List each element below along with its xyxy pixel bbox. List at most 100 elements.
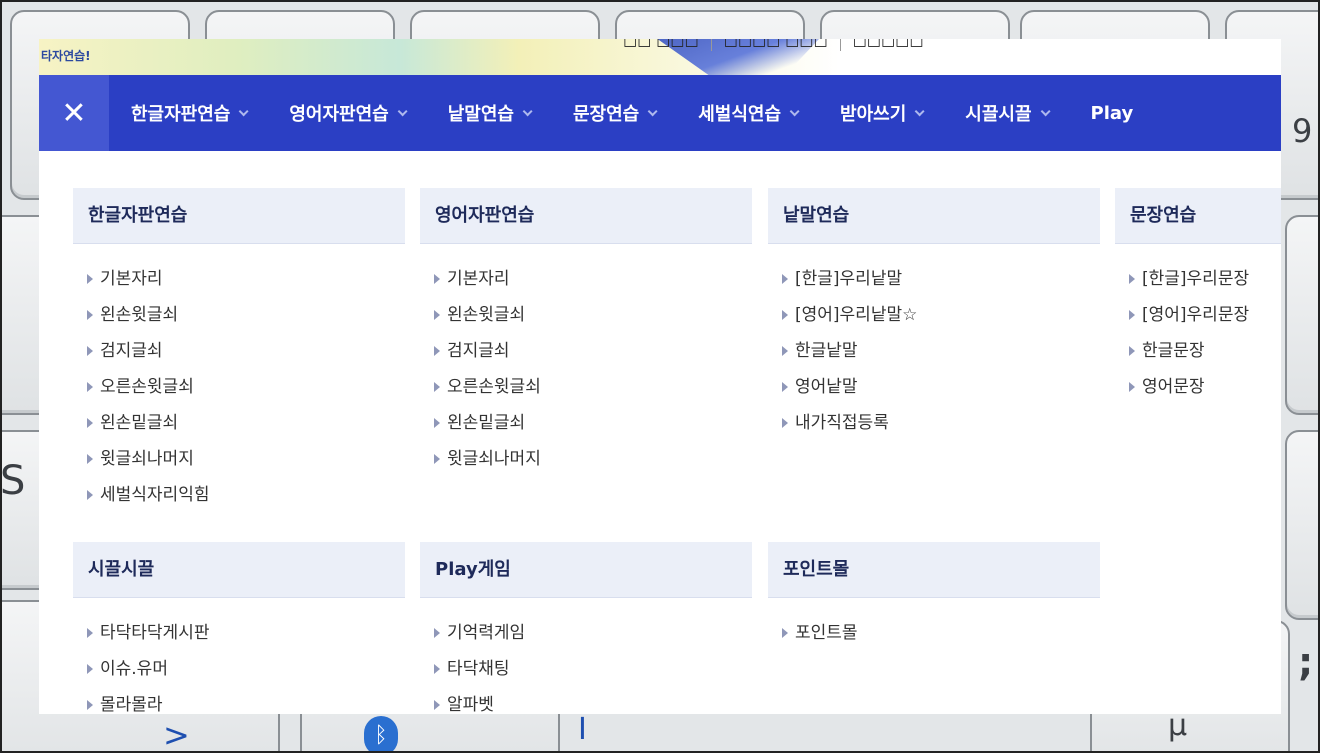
nav-item-play[interactable]: Play xyxy=(1091,75,1134,151)
menu-heading-play-games[interactable]: Play게임 xyxy=(420,542,752,598)
bullet-arrow-icon xyxy=(1129,346,1135,356)
menu-item-label: 세벌식자리익힘 xyxy=(100,485,210,505)
nav-item-label: 낱말연습 xyxy=(447,104,514,125)
menu-item-label: 한글낱말 xyxy=(795,341,858,361)
top-link[interactable]: □□ □□□ xyxy=(611,39,712,51)
menu-item-label: 오른손윗글쇠 xyxy=(447,377,541,397)
menu-item[interactable]: 포인트몰 xyxy=(782,615,858,651)
bullet-arrow-icon xyxy=(434,454,440,464)
menu-item[interactable]: [영어]우리낱말☆ xyxy=(782,297,917,333)
nav-item-sebeolsik[interactable]: 세벌식연습 xyxy=(698,75,800,151)
menu-item-label: 타닥채팅 xyxy=(447,659,510,679)
menu-heading-english-layout[interactable]: 영어자판연습 xyxy=(420,188,752,244)
top-link[interactable]: □□□□□ xyxy=(841,39,936,51)
top-link[interactable]: □□□□ □□□ xyxy=(712,39,841,51)
menu-item[interactable]: 검지글쇠 xyxy=(87,333,209,369)
menu-item[interactable]: 한글낱말 xyxy=(782,333,917,369)
bullet-arrow-icon xyxy=(434,382,440,392)
bullet-arrow-icon xyxy=(87,628,93,638)
menu-item[interactable]: 내가직접등록 xyxy=(782,405,917,441)
menu-item[interactable]: 오른손윗글쇠 xyxy=(87,369,209,405)
menu-heading-point-mall[interactable]: 포인트몰 xyxy=(768,542,1100,598)
nav-item-label: 문장연습 xyxy=(572,104,640,125)
menu-item-label: 왼손밑글쇠 xyxy=(100,413,179,433)
menu-item[interactable]: 검지글쇠 xyxy=(434,333,541,369)
menu-item[interactable]: [한글]우리문장 xyxy=(1129,261,1249,297)
menu-item[interactable]: 한글문장 xyxy=(1129,333,1249,369)
chevron-down-icon xyxy=(1040,105,1051,116)
menu-item[interactable]: 이슈.유머 xyxy=(87,651,209,687)
bullet-arrow-icon xyxy=(87,454,93,464)
menu-item-label: 포인트몰 xyxy=(795,623,858,643)
menu-item[interactable]: 영어문장 xyxy=(1129,369,1249,405)
nav-item-dictation[interactable]: 받아쓰기 xyxy=(840,75,925,151)
menu-item-label: [한글]우리낱말 xyxy=(795,269,903,289)
menu-item[interactable]: 왼손윗글쇠 xyxy=(434,297,541,333)
close-menu-button[interactable]: ✕ xyxy=(39,75,109,151)
menu-item-label: [한글]우리문장 xyxy=(1142,269,1250,289)
menu-item-label: 몰라몰라 xyxy=(100,695,163,714)
menu-item-label: 이슈.유머 xyxy=(100,659,168,679)
menu-item-label: [영어]우리문장 xyxy=(1142,305,1250,325)
menu-item[interactable]: 영어낱말 xyxy=(782,369,917,405)
menu-list-community: 타닥타닥게시판 이슈.유머 몰라몰라 xyxy=(87,615,209,714)
key-glyph-bar: I xyxy=(578,712,587,747)
chevron-down-icon xyxy=(647,105,658,116)
bullet-arrow-icon xyxy=(434,346,440,356)
bullet-arrow-icon xyxy=(1129,310,1135,320)
menu-item-label: 왼손윗글쇠 xyxy=(100,305,179,325)
menu-item[interactable]: 기본자리 xyxy=(434,261,541,297)
menu-item[interactable]: 세벌식자리익힘 xyxy=(87,477,209,513)
bullet-arrow-icon xyxy=(87,382,93,392)
menu-item-label: 한글문장 xyxy=(1142,341,1205,361)
site-panel: 타자연습! □□ □□□ □□□□ □□□ □□□□□ ✕ 한글자판연습 영어자… xyxy=(39,39,1281,714)
menu-heading-sentences[interactable]: 문장연습 xyxy=(1115,188,1281,244)
menu-item[interactable]: 기억력게임 xyxy=(434,615,525,651)
menu-item[interactable]: 오른손윗글쇠 xyxy=(434,369,541,405)
menu-item[interactable]: 왼손밑글쇠 xyxy=(434,405,541,441)
menu-list-play-games: 기억력게임 타닥채팅 알파벳 xyxy=(434,615,525,714)
bullet-arrow-icon xyxy=(782,346,788,356)
menu-heading-words[interactable]: 낱말연습 xyxy=(768,188,1100,244)
close-icon: ✕ xyxy=(61,95,87,131)
nav-item-sentences[interactable]: 문장연습 xyxy=(572,75,658,151)
bullet-arrow-icon xyxy=(434,664,440,674)
menu-item-label: 윗글쇠나머지 xyxy=(447,449,541,469)
menu-heading-community[interactable]: 시끌시끌 xyxy=(73,542,405,598)
nav-item-label: 영어자판연습 xyxy=(289,104,389,125)
bullet-arrow-icon xyxy=(87,664,93,674)
site-logo[interactable]: 타자연습! xyxy=(41,47,91,64)
menu-item-label: 영어낱말 xyxy=(795,377,858,397)
menu-item[interactable]: 타닥타닥게시판 xyxy=(87,615,209,651)
nav-item-community[interactable]: 시끌시끌 xyxy=(965,75,1051,151)
menu-item-label: 기본자리 xyxy=(447,269,510,289)
key-glyph-s: S xyxy=(0,458,26,504)
menu-item[interactable]: 윗글쇠나머지 xyxy=(434,441,541,477)
menu-list-point-mall: 포인트몰 xyxy=(782,615,858,651)
bullet-arrow-icon xyxy=(87,310,93,320)
menu-list-english-layout: 기본자리 왼손윗글쇠 검지글쇠 오른손윗글쇠 왼손밑글쇠 윗글쇠나머지 xyxy=(434,261,541,477)
menu-item[interactable]: 윗글쇠나머지 xyxy=(87,441,209,477)
menu-item-label: 내가직접등록 xyxy=(795,413,889,433)
menu-item-label: 검지글쇠 xyxy=(100,341,163,361)
menu-list-sentences: [한글]우리문장 [영어]우리문장 한글문장 영어문장 xyxy=(1129,261,1249,405)
menu-item[interactable]: 기본자리 xyxy=(87,261,209,297)
nav-item-hangul-layout[interactable]: 한글자판연습 xyxy=(131,75,249,151)
menu-heading-hangul-layout[interactable]: 한글자판연습 xyxy=(73,188,405,244)
menu-item[interactable]: 왼손윗글쇠 xyxy=(87,297,209,333)
bullet-arrow-icon xyxy=(87,274,93,284)
bullet-arrow-icon xyxy=(434,628,440,638)
nav-item-words[interactable]: 낱말연습 xyxy=(447,75,533,151)
chevron-down-icon xyxy=(239,105,249,116)
menu-item[interactable]: 왼손밑글쇠 xyxy=(87,405,209,441)
nav-item-english-layout[interactable]: 영어자판연습 xyxy=(289,75,408,151)
main-nav: ✕ 한글자판연습 영어자판연습 낱말연습 문장연습 세벌식연습 받아쓰기 시끌시… xyxy=(39,75,1281,151)
menu-list-words: [한글]우리낱말 [영어]우리낱말☆ 한글낱말 영어낱말 내가직접등록 xyxy=(782,261,917,441)
menu-item[interactable]: 타닥채팅 xyxy=(434,651,525,687)
menu-item[interactable]: 알파벳 xyxy=(434,687,525,714)
menu-item[interactable]: [한글]우리낱말 xyxy=(782,261,917,297)
bullet-arrow-icon xyxy=(87,418,93,428)
menu-item[interactable]: [영어]우리문장 xyxy=(1129,297,1249,333)
menu-item-label: 검지글쇠 xyxy=(447,341,510,361)
menu-item[interactable]: 몰라몰라 xyxy=(87,687,209,714)
